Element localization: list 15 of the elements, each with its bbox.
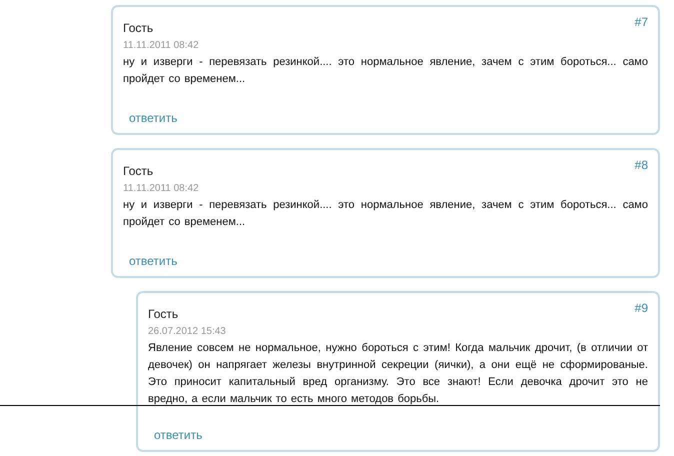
author-name: Гость xyxy=(123,21,154,35)
reply-link[interactable]: ответить xyxy=(129,91,178,125)
comment-date: 11.11.2011 08:42 xyxy=(123,183,200,194)
author-name: Гость xyxy=(148,307,178,321)
comment-text: ну и изверги - перевязать резинкой.... это нормальное явление, зачем с этим бороться... само пройдет со временем... xyxy=(123,198,648,230)
comment-text: Явление совсем не нормальное, нужно бороться с этим! Когда мальчик дрочит, (в отличии от девочек) он напрягает железы внутринной секреции (яички), а они ещё не сформированые. Это приносит капитальный вред организму. Это все знают! Если девочка дрочит это не вредно, а если мальчик то есть много методов борьбы. xyxy=(148,341,648,407)
comment-date: 11.11.2011 08:42 xyxy=(123,40,200,51)
comment-date: 26.07.2012 15:43 xyxy=(148,326,227,337)
reply-link[interactable]: ответить xyxy=(154,408,202,442)
reply-link[interactable]: ответить xyxy=(129,234,178,268)
comment-text: ну и изверги - перевязать резинкой.... это нормальное явление, зачем с этим бороться... само пройдет со временем... xyxy=(123,55,648,87)
comment-number: #9 xyxy=(634,301,648,315)
comment-number: #8 xyxy=(634,158,648,172)
author-name: Гость xyxy=(123,164,154,178)
comment-number: #7 xyxy=(634,15,648,29)
